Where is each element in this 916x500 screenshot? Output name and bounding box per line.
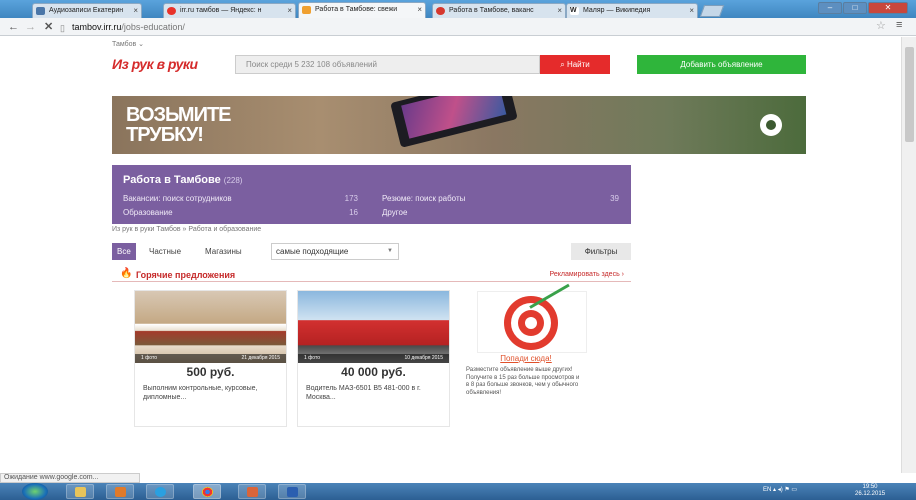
tab-wikipedia[interactable]: W Маляр — Википедия × [566, 3, 698, 18]
taskbar-word[interactable] [278, 484, 306, 499]
taskbar-media[interactable] [106, 484, 134, 499]
fire-icon: 🔥 [120, 268, 133, 279]
city-selector[interactable]: Тамбов ⌄ [112, 40, 144, 48]
skype-icon [155, 487, 166, 497]
clock[interactable]: 19:50 26.12.2015 [855, 484, 885, 498]
category-count: 16 [349, 208, 358, 217]
menu-icon[interactable]: ≡ [896, 19, 902, 31]
media-player-icon [115, 487, 126, 497]
taskbar-explorer[interactable] [66, 484, 94, 499]
photo-count: 1 фото [304, 355, 320, 361]
document-icon [287, 487, 298, 497]
tab-yandex[interactable]: irr.ru тамбов — Яндекс: н × [163, 3, 296, 18]
promo-text: Разместите объявление выше других! Получ… [466, 367, 580, 396]
forward-arrow-icon[interactable]: → [25, 20, 36, 34]
wikipedia-icon: W [570, 7, 579, 15]
listing-card[interactable]: 1 фото 21 декабря 2015 500 руб. Выполним … [134, 290, 287, 427]
category-link-other[interactable]: Другое [382, 208, 407, 217]
chrome-icon [202, 487, 213, 497]
minimize-button[interactable]: – [818, 2, 842, 14]
listing-card[interactable]: 1 фото 10 декабря 2015 40 000 руб. Водите… [297, 290, 450, 427]
back-arrow-icon[interactable]: ← [8, 20, 19, 34]
irr-icon [436, 7, 445, 15]
books-image [135, 291, 286, 363]
promo-block: Попади сюда! Разместите объявление выше … [466, 283, 587, 450]
category-link-resumes[interactable]: Резюме: поиск работы [382, 194, 465, 203]
close-icon[interactable]: × [133, 4, 138, 17]
photo-count: 1 фото [141, 355, 157, 361]
add-listing-button[interactable]: Добавить объявление [637, 55, 806, 74]
advertise-link[interactable]: Рекламировать здесь › [549, 271, 624, 278]
bookmark-star-icon[interactable]: ☆ [876, 19, 886, 32]
tab-irr-active[interactable]: Работа в Тамбове: свежи × [298, 2, 426, 18]
folder-icon [75, 487, 86, 497]
filter-tab-all[interactable]: Все [112, 243, 136, 260]
close-icon[interactable]: × [689, 4, 694, 17]
start-button[interactable] [22, 483, 48, 500]
filters-button[interactable]: Фильтры [571, 243, 631, 260]
page-scrollbar[interactable] [901, 37, 916, 473]
close-window-button[interactable]: ✕ [868, 2, 908, 14]
page-icon: ▯ [60, 23, 65, 33]
close-icon[interactable]: × [287, 4, 292, 17]
category-count: 173 [344, 194, 358, 203]
listing-meta: 1 фото 10 декабря 2015 [298, 354, 449, 363]
category-title[interactable]: Работа в Тамбове (228) [123, 174, 242, 186]
vk-icon [36, 7, 45, 15]
browser-tab-strip: Аудиозаписи Екатерин × irr.ru тамбов — Я… [0, 0, 916, 18]
listing-price: 500 руб. [186, 365, 235, 379]
category-count: 39 [610, 194, 619, 203]
close-icon[interactable]: × [557, 4, 562, 17]
advertiser-logo-icon [760, 114, 782, 136]
search-input[interactable]: Поиск среди 5 232 108 объявлений [235, 55, 540, 74]
hot-offers-header: 🔥 Горячие предложения Рекламировать здес… [112, 266, 631, 282]
banner-headline: ВОЗЬМИТЕ ТРУБКУ! [126, 104, 231, 146]
category-panel: Работа в Тамбове (228) Вакансии: поиск с… [112, 165, 631, 224]
listing-meta: 1 фото 21 декабря 2015 [135, 354, 286, 363]
yandex-icon [167, 7, 176, 15]
promo-link[interactable]: Попади сюда! [466, 354, 586, 363]
phone-image [390, 96, 518, 148]
system-tray[interactable]: EN ▴ ◂) ⚑ ▭ [763, 486, 797, 493]
category-link-education[interactable]: Образование [123, 208, 173, 217]
ad-banner[interactable]: ВОЗЬМИТЕ ТРУБКУ! [112, 96, 806, 154]
breadcrumb[interactable]: Из рук в руки Тамбов » Работа и образова… [112, 226, 261, 233]
loading-icon [302, 6, 311, 14]
address-bar[interactable]: tambov.irr.ru/jobs-education/ [72, 20, 185, 34]
new-tab-button[interactable] [699, 5, 725, 17]
maximize-button[interactable]: □ [843, 2, 867, 14]
listing-date: 10 декабря 2015 [404, 355, 443, 361]
close-icon[interactable]: × [417, 3, 422, 16]
sort-select[interactable]: самые подходящие ▼ [271, 243, 399, 260]
hot-offers-title: Горячие предложения [136, 270, 236, 280]
stop-icon[interactable]: ✕ [44, 20, 53, 34]
scrollbar-thumb[interactable] [905, 47, 914, 142]
target-icon [477, 283, 587, 353]
paint-icon [247, 487, 258, 497]
site-logo[interactable]: Из рук в руки [112, 56, 198, 72]
listing-description[interactable]: Водитель МАЗ-6501 В5 481-000 в г. Москва… [306, 384, 444, 402]
category-link-vacancies[interactable]: Вакансии: поиск сотрудников [123, 194, 232, 203]
tab-irr-vacancies[interactable]: Работа в Тамбове, ваканс × [432, 3, 566, 18]
listing-description[interactable]: Выполним контрольные, курсовые, дипломны… [143, 384, 281, 402]
trucks-image [298, 291, 449, 363]
chevron-down-icon: ▼ [387, 248, 393, 254]
taskbar-skype[interactable] [146, 484, 174, 499]
filter-tab-shops[interactable]: Магазины [200, 243, 247, 260]
listing-date: 21 декабря 2015 [241, 355, 280, 361]
search-icon: ⌕ [560, 60, 565, 69]
taskbar-chrome[interactable] [193, 484, 221, 499]
filter-tab-private[interactable]: Частные [144, 243, 186, 260]
tab-audio[interactable]: Аудиозаписи Екатерин × [32, 3, 142, 18]
status-bar: Ожидание www.google.com... [0, 473, 140, 483]
taskbar-paint[interactable] [238, 484, 266, 499]
find-button[interactable]: ⌕ Найти [540, 55, 610, 74]
listing-price: 40 000 руб. [341, 365, 406, 379]
